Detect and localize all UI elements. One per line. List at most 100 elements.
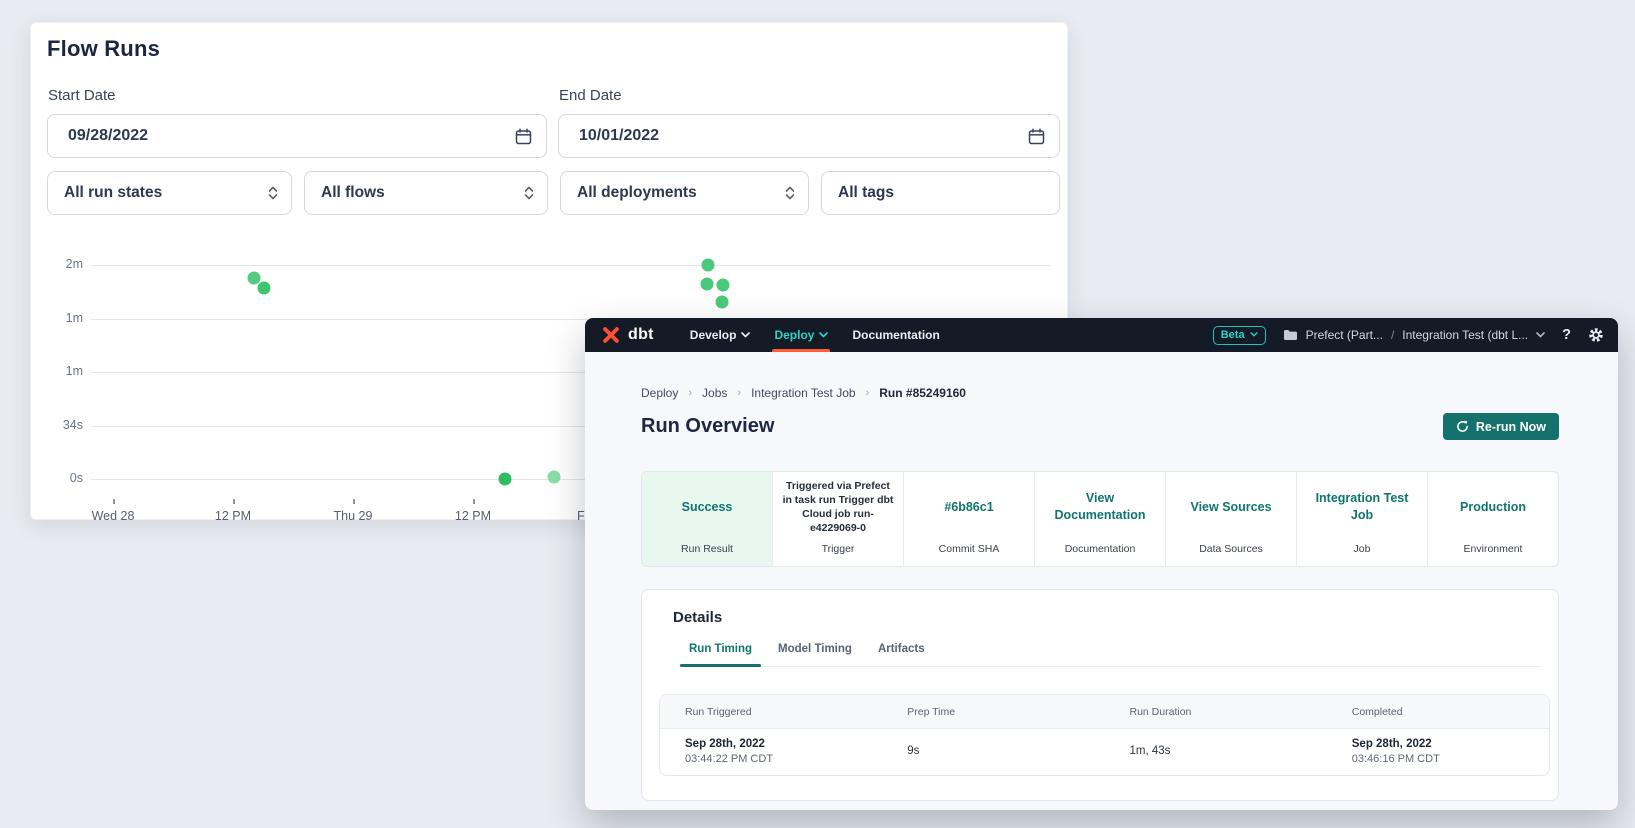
active-nav-underline [772,349,830,352]
calendar-icon[interactable] [1028,128,1045,145]
col-run-duration: Run Duration [1105,706,1327,718]
flow-run-data-point[interactable] [716,296,729,309]
chevron-down-icon [1250,332,1258,337]
dbt-logo[interactable]: dbt [600,318,654,352]
cell-prep-time: 9s [882,744,1104,760]
cell-completed: Sep 28th, 2022 03:46:16 PM CDT [1327,737,1549,767]
cell-run-duration: 1m, 43s [1105,744,1327,760]
breadcrumb-run-id: Run #85249160 [879,386,966,400]
rerun-now-button[interactable]: Re-run Now [1443,413,1559,440]
dbt-page-content: Deploy › Jobs › Integration Test Job › R… [585,352,1618,801]
help-icon[interactable]: ? [1562,327,1571,343]
breadcrumb: Deploy › Jobs › Integration Test Job › R… [641,386,1559,400]
deployments-select[interactable]: All deployments [560,171,809,215]
tab-model-timing[interactable]: Model Timing [769,635,861,666]
start-date-label: Start Date [48,87,116,104]
breadcrumb-job-name[interactable]: Integration Test Job [751,386,856,400]
flow-run-data-point[interactable] [702,259,715,272]
nav-item-develop[interactable]: Develop [678,318,763,352]
calendar-icon[interactable] [515,128,532,145]
flow-run-data-point[interactable] [701,278,714,291]
x-axis-tick-label: 12 PM [455,509,491,523]
tags-select[interactable]: All tags [821,171,1060,215]
view-documentation-link[interactable]: View Documentation [1043,490,1157,524]
flow-run-data-point[interactable] [717,279,730,292]
status-cell-trigger: Triggered via Prefect in task run Trigge… [773,472,904,566]
select-chevrons-icon [523,185,535,201]
y-axis-tick-label: 1m [41,364,83,378]
navbar-right-group: Beta Prefect (Part... / Integration Test… [1213,318,1604,352]
x-axis-tick-mark [473,499,475,504]
commit-sha-link[interactable]: #6b86c1 [944,499,993,516]
project-separator: / [1391,328,1394,342]
y-axis-tick-label: 0s [41,471,83,485]
refresh-icon [1456,420,1469,433]
dbt-cloud-window: dbt Develop Deploy Documentation Beta Pr… [585,318,1618,810]
run-result-value: Success [682,499,733,516]
run-states-select[interactable]: All run states [47,171,292,215]
flow-runs-title: Flow Runs [47,36,160,62]
beta-badge[interactable]: Beta [1213,326,1266,345]
chart-gridline [91,265,1051,266]
details-title: Details [642,590,1558,626]
y-axis-tick-label: 34s [41,418,83,432]
col-run-triggered: Run Triggered [660,706,882,718]
chevron-down-icon [1536,332,1545,338]
select-chevrons-icon [267,185,279,201]
end-date-label: End Date [559,87,622,104]
breadcrumb-jobs[interactable]: Jobs [702,386,727,400]
chevron-down-icon [741,332,750,338]
page-title: Run Overview [641,415,774,438]
status-cell-commit-sha: #6b86c1 Commit SHA [904,472,1035,566]
flow-run-data-point[interactable] [258,282,271,295]
y-axis-tick-label: 2m [41,257,83,271]
x-axis-tick-label: Wed 28 [92,509,135,523]
tags-value: All tags [838,184,894,202]
dbt-logo-text: dbt [628,326,654,344]
table-header-row: Run Triggered Prep Time Run Duration Com… [660,695,1549,729]
trigger-value: Triggered via Prefect in task run Trigge… [781,479,895,536]
status-cell-environment: Production Environment [1428,472,1558,566]
x-axis-tick-label: Thu 29 [334,509,373,523]
status-cell-documentation: View Documentation Documentation [1035,472,1166,566]
run-states-value: All run states [64,184,162,202]
view-sources-link[interactable]: View Sources [1190,499,1271,516]
status-cell-run-result: Success Run Result [642,472,773,566]
x-axis-tick-mark [113,499,115,504]
col-completed: Completed [1327,706,1549,718]
end-date-input[interactable]: 10/01/2022 [558,114,1060,158]
flows-select[interactable]: All flows [304,171,548,215]
y-axis-tick-label: 1m [41,311,83,325]
gear-icon[interactable] [1588,327,1604,343]
environment-name: Integration Test (dbt L... [1402,328,1528,342]
details-card: Details Run Timing Model Timing Artifact… [641,589,1559,801]
project-name: Prefect (Part... [1306,328,1383,342]
deployments-value: All deployments [577,184,697,202]
status-cell-job: Integration Test Job Job [1297,472,1428,566]
chevron-down-icon [819,332,828,338]
end-date-value: 10/01/2022 [579,127,659,145]
project-selector[interactable]: Prefect (Part... / Integration Test (dbt… [1283,328,1546,342]
start-date-input[interactable]: 09/28/2022 [47,114,547,158]
cell-run-triggered: Sep 28th, 2022 03:44:22 PM CDT [660,737,882,767]
dbt-logo-icon [600,324,622,346]
breadcrumb-deploy[interactable]: Deploy [641,386,678,400]
run-status-summary-row: Success Run Result Triggered via Prefect… [641,471,1559,567]
breadcrumb-separator: › [866,387,870,399]
tab-run-timing[interactable]: Run Timing [680,635,761,666]
tab-artifacts[interactable]: Artifacts [869,635,934,666]
job-link[interactable]: Integration Test Job [1305,490,1419,524]
x-axis-tick-mark [233,499,235,504]
environment-link[interactable]: Production [1460,499,1526,516]
flow-run-data-point[interactable] [499,473,512,486]
flow-run-data-point[interactable] [548,471,561,484]
details-tabs: Run Timing Model Timing Artifacts [680,635,1541,667]
x-axis-tick-mark [353,499,355,504]
dbt-top-navbar: dbt Develop Deploy Documentation Beta Pr… [585,318,1618,352]
run-timing-table: Run Triggered Prep Time Run Duration Com… [659,694,1550,776]
flows-value: All flows [321,184,385,202]
nav-item-documentation[interactable]: Documentation [840,318,951,352]
nav-item-deploy[interactable]: Deploy [762,318,840,352]
status-cell-data-sources: View Sources Data Sources [1166,472,1297,566]
x-axis-tick-label: 12 PM [215,509,251,523]
